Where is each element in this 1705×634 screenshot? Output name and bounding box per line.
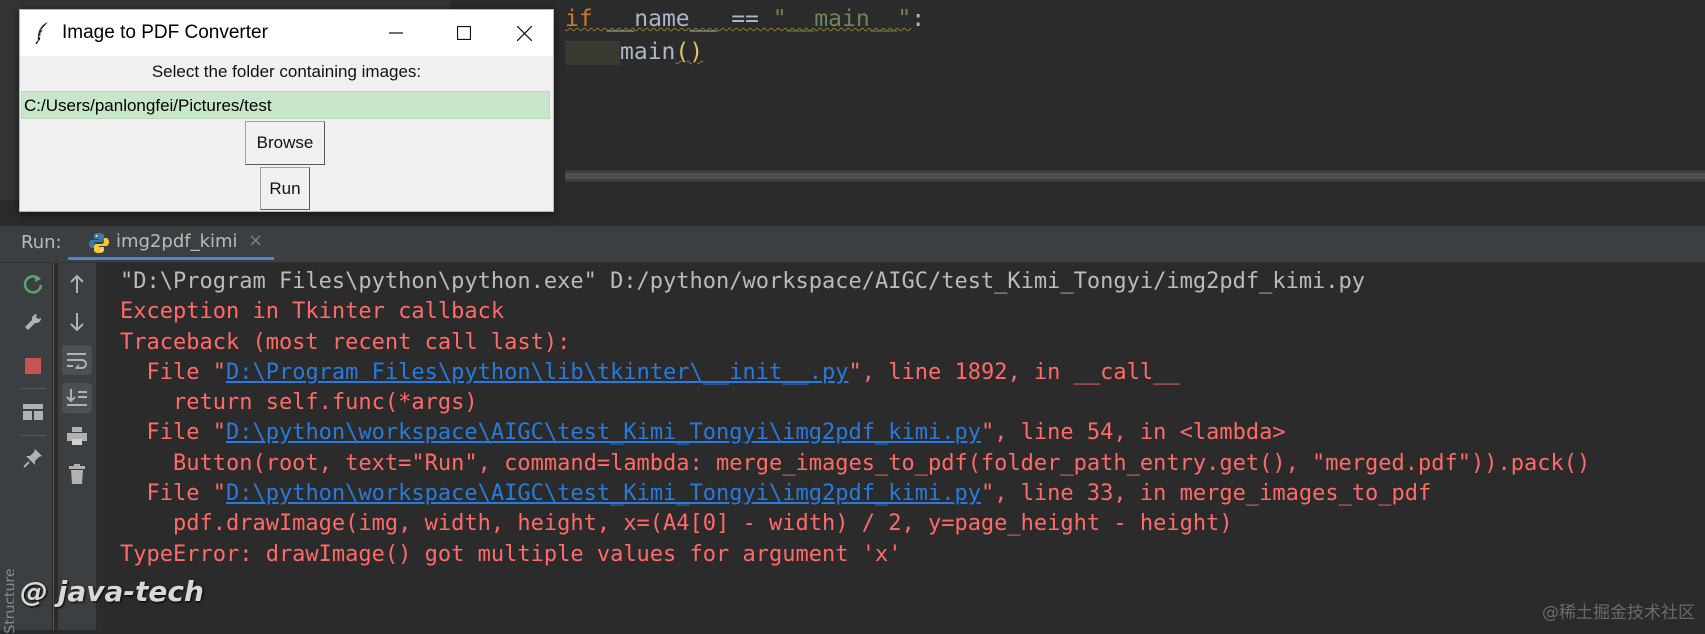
console-line-error: TypeError: drawImage() got multiple valu… [120, 542, 902, 567]
console-line-code-3: pdf.drawImage(img, width, height, x=(A4[… [120, 511, 1233, 536]
file-link-tkinter[interactable]: D:\Program Files\python\lib\tkinter\__in… [226, 360, 849, 385]
console-line-file-3: File "D:\python\workspace\AIGC\test_Kimi… [120, 481, 1432, 506]
console-line-exception: Exception in Tkinter callback [120, 299, 505, 324]
code-line-2[interactable]: main() [565, 39, 703, 65]
console-line-code-2: Button(root, text="Run", command=lambda:… [120, 451, 1591, 476]
console-line-traceback: Traceback (most recent call last): [120, 330, 571, 355]
maximize-button[interactable] [436, 10, 492, 56]
keyword-if: if [565, 6, 593, 32]
run-header: Run: img2pdf_kimi × [0, 226, 1705, 263]
minimize-button[interactable] [368, 10, 424, 56]
author-watermark: @ java-tech [20, 575, 204, 608]
run-button[interactable]: Run [260, 167, 310, 210]
close-button[interactable] [496, 10, 552, 56]
folder-path-entry[interactable]: C:/Users/panlongfei/Pictures/test [21, 91, 550, 119]
file-link-img2pdf-33[interactable]: D:\python\workspace\AIGC\test_Kimi_Tongy… [226, 481, 981, 506]
code-line-1[interactable]: if __name__ == "__main__": [565, 6, 925, 32]
side-tool-strip: Structure [0, 263, 19, 634]
window-title: Image to PDF Converter [62, 22, 268, 43]
rerun-icon[interactable] [18, 269, 48, 299]
down-arrow-icon[interactable] [62, 307, 92, 337]
tab-img2pdf-kimi[interactable]: img2pdf_kimi × [68, 226, 274, 260]
console-line-file-1: File "D:\Program Files\python\lib\tkinte… [120, 360, 1180, 385]
soft-wrap-icon[interactable] [62, 345, 92, 375]
run-label: Run: [21, 232, 62, 253]
toolbar-divider [20, 388, 46, 389]
colon: : [911, 6, 926, 32]
tab-label: img2pdf_kimi [116, 231, 238, 252]
run-tool-window: Run: img2pdf_kimi × Structure "D:\Progra… [0, 226, 1705, 634]
horizontal-scrollbar[interactable] [565, 170, 1705, 182]
tab-close-icon[interactable]: × [248, 230, 263, 251]
main-string: "__main__" [772, 6, 912, 32]
site-watermark: @稀土掘金技术社区 [1542, 603, 1695, 623]
stop-icon[interactable] [18, 351, 48, 381]
trash-icon[interactable] [62, 459, 92, 489]
maximize-icon [457, 26, 471, 40]
toolbar-divider [20, 435, 46, 436]
feather-icon [35, 22, 48, 45]
folder-prompt-label: Select the folder containing images: [151, 62, 422, 81]
console-line-file-2: File "D:\python\workspace\AIGC\test_Kimi… [120, 420, 1286, 445]
main-call: main [620, 39, 676, 65]
python-icon [89, 233, 109, 253]
pin-icon[interactable] [18, 443, 48, 473]
print-icon[interactable] [62, 421, 92, 451]
tk-app-window[interactable]: Image to PDF Converter Select the folder… [19, 9, 554, 212]
console-line-command: "D:\Program Files\python\python.exe" D:/… [120, 269, 1366, 294]
close-icon [516, 25, 532, 41]
console-line-code-1: return self.func(*args) [120, 390, 478, 415]
indent-highlight [565, 40, 620, 65]
up-arrow-icon[interactable] [62, 269, 92, 299]
scroll-to-end-icon[interactable] [62, 383, 92, 413]
minimize-icon [389, 32, 403, 34]
call-parens: () [675, 39, 704, 65]
wrench-icon[interactable] [18, 307, 48, 337]
name-variable: __name__ [606, 6, 718, 32]
scrollbar-thumb[interactable] [565, 173, 1705, 179]
layout-icon[interactable] [18, 397, 48, 427]
window-titlebar[interactable]: Image to PDF Converter [20, 10, 553, 56]
browse-button[interactable]: Browse [245, 121, 325, 165]
file-link-img2pdf-54[interactable]: D:\python\workspace\AIGC\test_Kimi_Tongy… [226, 420, 981, 445]
equality-operator: == [731, 6, 759, 32]
